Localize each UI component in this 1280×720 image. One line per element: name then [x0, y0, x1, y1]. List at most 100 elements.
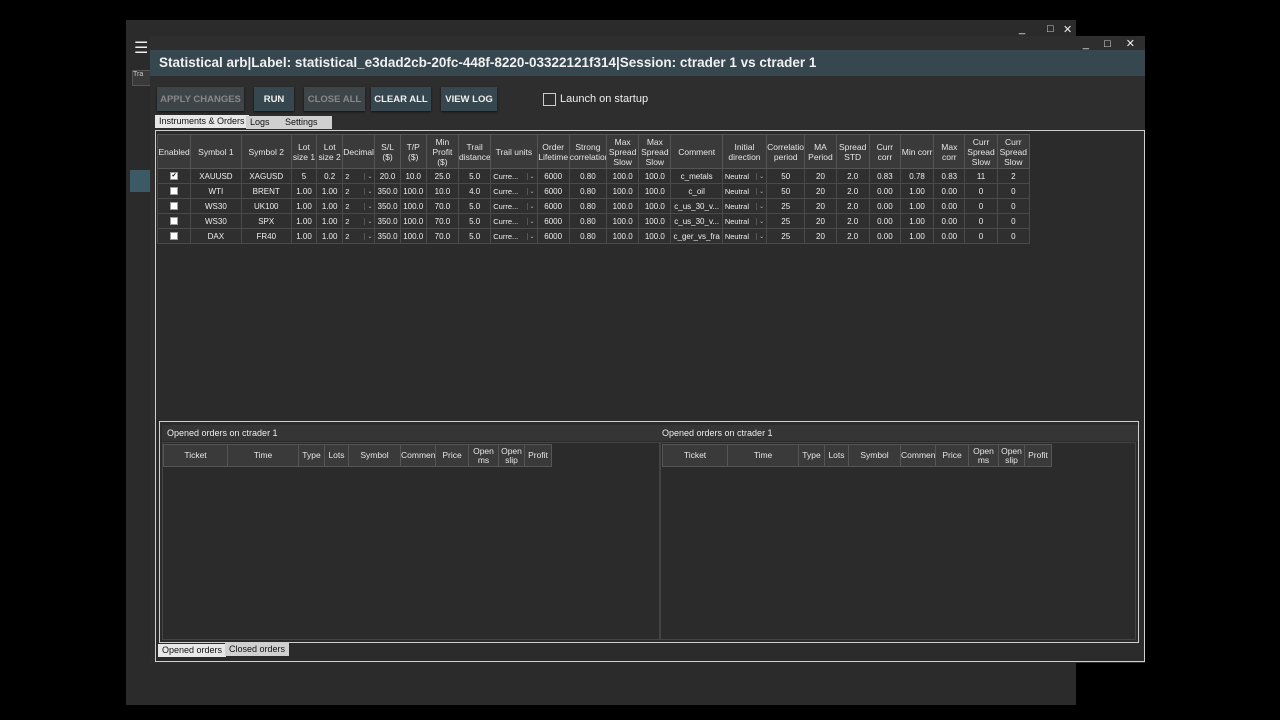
cell-minc[interactable]: 1.00	[899, 213, 935, 229]
cell-life[interactable]: 6000	[536, 168, 570, 184]
chevron-down-icon[interactable]: ⌄	[526, 187, 535, 195]
dropdown[interactable]: Neutral ⌄	[723, 202, 765, 211]
cell-tp[interactable]: 100.0	[399, 228, 427, 244]
cell-lot2[interactable]: 1.00	[316, 228, 344, 244]
cell-minp[interactable]: 70.0	[425, 213, 460, 229]
column-header[interactable]: Spread STD	[835, 134, 870, 169]
enabled-checkbox[interactable]	[170, 217, 179, 226]
column-header[interactable]: Max corr	[933, 134, 966, 169]
decimals-dropdown[interactable]: 2 ⌄	[342, 198, 376, 214]
orders-column-header[interactable]: Open ms	[468, 444, 499, 467]
cell-strong[interactable]: 0.80	[568, 228, 608, 244]
orders-column-header[interactable]: Open slip	[998, 444, 1025, 467]
column-header[interactable]: MA Period	[804, 134, 837, 169]
tab-logs[interactable]: Logs	[246, 116, 274, 129]
apply-changes-button[interactable]: APPLY CHANGES	[157, 87, 244, 111]
column-header[interactable]: T/P ($)	[399, 134, 427, 169]
cell-cp[interactable]: 25	[766, 198, 806, 214]
cell-cs1[interactable]: 0	[964, 213, 998, 229]
clear-all-button[interactable]: CLEAR ALL	[371, 87, 431, 111]
cell-ms1[interactable]: 100.0	[606, 183, 640, 199]
chevron-down-icon[interactable]: ⌄	[364, 232, 372, 240]
column-header[interactable]: S/L ($)	[374, 134, 401, 169]
decimals-dropdown[interactable]: 2 ⌄	[342, 213, 376, 229]
trail-units-dropdown[interactable]: Curre... ⌄	[490, 228, 538, 244]
enabled-checkbox-cell[interactable]	[156, 198, 192, 214]
cell-comment[interactable]: c_ger_vs_fra	[670, 228, 723, 244]
column-header[interactable]: Lot size 2	[316, 134, 344, 169]
column-header[interactable]: Enabled	[156, 134, 192, 169]
orders-column-header[interactable]: Open ms	[968, 444, 999, 467]
cell-ms2[interactable]: 100.0	[638, 228, 672, 244]
dropdown[interactable]: Curre... ⌄	[492, 232, 536, 241]
close-all-button[interactable]: CLOSE ALL	[304, 87, 365, 111]
cell-cc[interactable]: 0.00	[868, 183, 901, 199]
cell-cs2[interactable]: 0	[996, 183, 1031, 199]
column-header[interactable]: Lot size 1	[290, 134, 318, 169]
cell-ms2[interactable]: 100.0	[638, 198, 672, 214]
bg-maximize-button[interactable]: □	[1047, 23, 1054, 35]
dropdown[interactable]: 2 ⌄	[344, 187, 374, 196]
cell-cs2[interactable]: 0	[996, 198, 1031, 214]
cell-cs2[interactable]: 2	[996, 168, 1031, 184]
cell-cc[interactable]: 0.00	[868, 228, 901, 244]
cell-ma[interactable]: 20	[804, 168, 837, 184]
cell-ms2[interactable]: 100.0	[638, 183, 672, 199]
cell-lot1[interactable]: 1.00	[290, 213, 318, 229]
cell-life[interactable]: 6000	[536, 198, 570, 214]
trail-units-dropdown[interactable]: Curre... ⌄	[490, 168, 538, 184]
cell-ms1[interactable]: 100.0	[606, 213, 640, 229]
cell-sl[interactable]: 350.0	[374, 228, 401, 244]
cell-lot1[interactable]: 1.00	[290, 183, 318, 199]
orders-column-header[interactable]: Comment	[400, 444, 436, 467]
cell-sym2[interactable]: BRENT	[240, 183, 292, 199]
dropdown[interactable]: Curre... ⌄	[492, 187, 536, 196]
column-header[interactable]: Symbol 1	[190, 134, 242, 169]
cell-ms1[interactable]: 100.0	[606, 198, 640, 214]
orders-column-header[interactable]: Comment	[900, 444, 936, 467]
cell-ms1[interactable]: 100.0	[606, 168, 640, 184]
cell-sym1[interactable]: WS30	[190, 198, 242, 214]
column-header[interactable]: Strong correlation	[568, 134, 608, 169]
cell-tp[interactable]: 100.0	[399, 183, 427, 199]
dropdown[interactable]: Neutral ⌄	[723, 187, 765, 196]
enabled-checkbox-cell[interactable]: ✔	[156, 168, 192, 184]
decimals-dropdown[interactable]: 2 ⌄	[342, 183, 376, 199]
cell-maxc[interactable]: 0.00	[933, 183, 966, 199]
cell-lot2[interactable]: 1.00	[316, 183, 344, 199]
cell-sym2[interactable]: SPX	[240, 213, 292, 229]
orders-column-header[interactable]: Ticket	[662, 444, 728, 467]
orders-column-header[interactable]: Time	[727, 444, 799, 467]
tab-opened-orders[interactable]: Opened orders	[158, 644, 227, 657]
orders-column-header[interactable]: Symbol	[348, 444, 401, 467]
cell-ma[interactable]: 20	[804, 213, 837, 229]
decimals-dropdown[interactable]: 2 ⌄	[342, 168, 376, 184]
column-header[interactable]: Max Spread Slow	[638, 134, 672, 169]
cell-minc[interactable]: 1.00	[899, 228, 935, 244]
hamburger-icon[interactable]: ☰	[134, 38, 148, 58]
cell-tp[interactable]: 100.0	[399, 213, 427, 229]
chevron-down-icon[interactable]: ⌄	[526, 172, 535, 180]
view-log-button[interactable]: VIEW LOG	[441, 87, 497, 111]
cell-sym2[interactable]: FR40	[240, 228, 292, 244]
cell-ma[interactable]: 20	[804, 198, 837, 214]
tab-instruments-orders[interactable]: Instruments & Orders	[155, 115, 249, 128]
enabled-checkbox[interactable]	[170, 187, 179, 196]
cell-cp[interactable]: 25	[766, 213, 806, 229]
cell-life[interactable]: 6000	[536, 183, 570, 199]
cell-cp[interactable]: 25	[766, 228, 806, 244]
column-header[interactable]: Correlation period	[766, 134, 806, 169]
cell-trail[interactable]: 5.0	[458, 198, 492, 214]
cell-ms2[interactable]: 100.0	[638, 168, 672, 184]
chevron-down-icon[interactable]: ⌄	[756, 187, 764, 195]
dropdown[interactable]: Curre... ⌄	[492, 172, 536, 181]
cell-sym2[interactable]: XAGUSD	[240, 168, 292, 184]
column-header[interactable]: Min corr	[899, 134, 935, 169]
run-button[interactable]: RUN	[254, 87, 294, 111]
cell-cc[interactable]: 0.00	[868, 213, 901, 229]
direction-dropdown[interactable]: Neutral ⌄	[721, 198, 768, 214]
maximize-button[interactable]: □	[1104, 38, 1117, 50]
dropdown[interactable]: Neutral ⌄	[723, 172, 765, 181]
dropdown[interactable]: Neutral ⌄	[723, 232, 765, 241]
dropdown[interactable]: Curre... ⌄	[492, 202, 536, 211]
